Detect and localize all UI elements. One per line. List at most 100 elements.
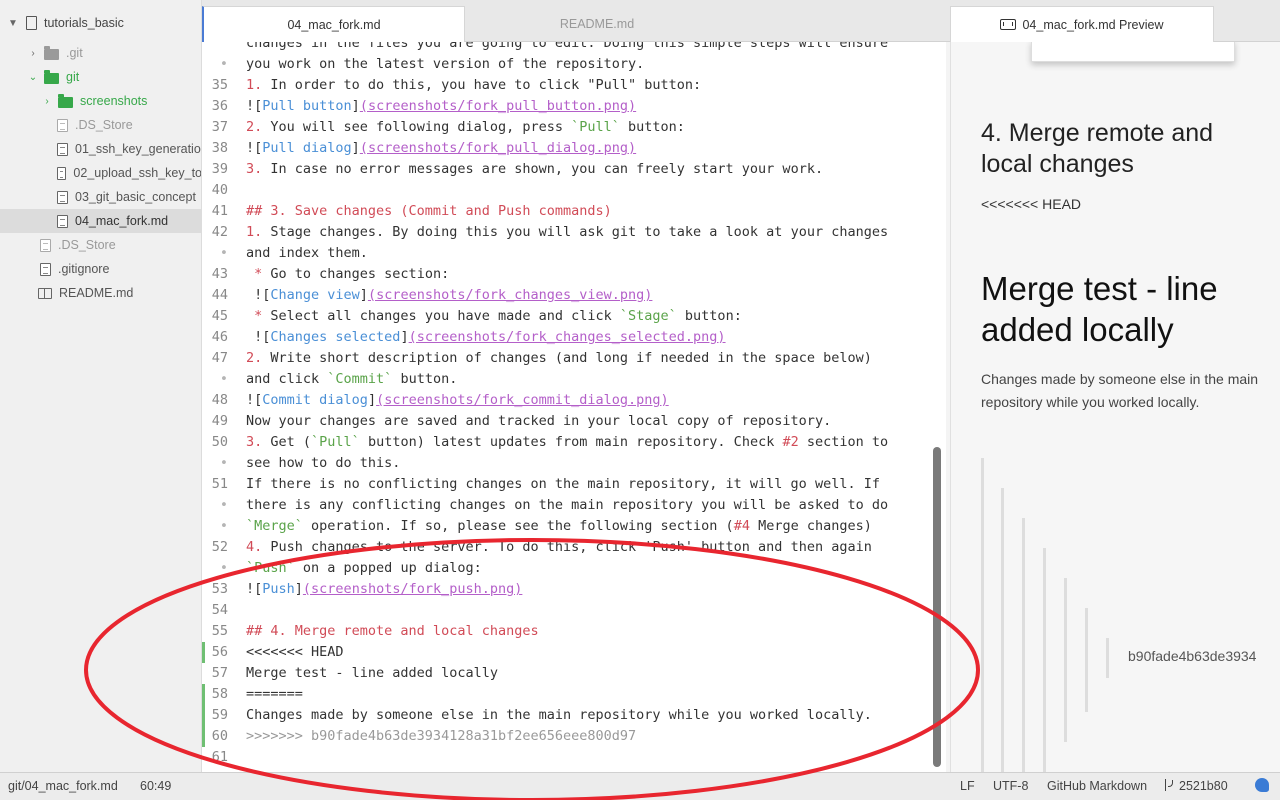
markdown-editor[interactable]: changes in the files you are going to ed… (202, 42, 946, 772)
token: Push (262, 581, 295, 597)
token: ] (294, 581, 303, 597)
line-text: Merge test - line added locally (246, 663, 498, 684)
status-line-ending[interactable]: LF (960, 779, 975, 793)
tree-root-project[interactable]: ▼ tutorials_basic (0, 11, 201, 35)
line-text: 3. In case no error messages are shown, … (246, 159, 823, 180)
line-text: ![Changes selected](screenshots/fork_cha… (246, 327, 726, 348)
code-line[interactable]: 46 ![Changes selected](screenshots/fork_… (202, 327, 946, 348)
token: (screenshots/fork_pull_dialog.png) (359, 140, 637, 156)
token: changes in the files you are going to ed… (246, 42, 889, 51)
code-line[interactable]: • you work on the latest version of the r… (202, 54, 946, 75)
tree-item-ds-store[interactable]: .DS_Store (0, 113, 201, 137)
code-line[interactable]: 41 ## 3. Save changes (Commit and Push co… (202, 201, 946, 222)
chevron-down-icon: ▼ (8, 17, 18, 29)
code-line[interactable]: 49 Now your changes are saved and tracked… (202, 411, 946, 432)
tree-item-label: 04_mac_fork.md (75, 214, 169, 228)
token: and index them. (246, 245, 368, 261)
code-line[interactable]: 56 <<<<<<< HEAD (202, 642, 946, 663)
tab-preview[interactable]: 04_mac_fork.md Preview (950, 6, 1214, 42)
token: Stage changes. By doing this you will as… (270, 224, 889, 240)
code-line[interactable]: 36 ![Pull button](screenshots/fork_pull_b… (202, 96, 946, 117)
line-text: you work on the latest version of the re… (246, 54, 644, 75)
code-line[interactable]: 44 ![Change view](screenshots/fork_chang… (202, 285, 946, 306)
tree-item-git[interactable]: ⌄ git (0, 65, 201, 89)
tree-item-file-selected[interactable]: 04_mac_fork.md (0, 209, 201, 233)
line-number: 41 (211, 203, 228, 219)
code-line[interactable]: • there is any conflicting changes on the… (202, 495, 946, 516)
code-line[interactable]: • and index them. (202, 243, 946, 264)
line-number: 51 (211, 476, 228, 492)
code-line[interactable]: 45 * Select all changes you have made an… (202, 306, 946, 327)
tree-item-screenshots[interactable]: › screenshots (0, 89, 201, 113)
code-line[interactable]: changes in the files you are going to ed… (202, 42, 946, 54)
status-file-path[interactable]: git/04_mac_fork.md (8, 779, 118, 793)
token: * (246, 308, 271, 324)
code-line[interactable]: • `Merge` operation. If so, please see th… (202, 516, 946, 537)
vertical-scrollbar[interactable] (933, 447, 941, 767)
tab-bar: 04_mac_fork.md README.md (202, 0, 946, 42)
code-line[interactable]: 57 Merge test - line added locally (202, 663, 946, 684)
markdown-preview[interactable]: 4. Merge remote and local changes <<<<<<… (950, 42, 1280, 772)
tree-item-label: .DS_Store (75, 118, 133, 132)
token: Select all changes you have made and cli… (270, 308, 620, 324)
tree-item-ds-store-root[interactable]: .DS_Store (0, 233, 201, 257)
code-line[interactable]: 50 3. Get (`Pull` button) latest updates … (202, 432, 946, 453)
code-line[interactable]: 59 Changes made by someone else in the ma… (202, 705, 946, 726)
code-line[interactable]: 51 If there is no conflicting changes on … (202, 474, 946, 495)
tree-item-gitignore[interactable]: .gitignore (0, 257, 201, 281)
line-number: • (219, 560, 228, 576)
tab-readme[interactable]: README.md (466, 6, 728, 42)
tree-item-dotgit[interactable]: › .git (0, 41, 201, 65)
file-icon (40, 262, 51, 276)
token: `Merge` (246, 518, 303, 534)
token: (screenshots/fork_changes_selected.png) (408, 329, 726, 345)
token: 3. (246, 161, 271, 177)
code-line[interactable]: 47 2. Write short description of changes … (202, 348, 946, 369)
code-line[interactable]: 39 3. In case no error messages are shown… (202, 159, 946, 180)
code-line[interactable]: 48 ![Commit dialog](screenshots/fork_comm… (202, 390, 946, 411)
code-line[interactable]: • see how to do this. (202, 453, 946, 474)
token: ## 4. Merge remote and local changes (246, 623, 539, 639)
code-line[interactable]: 38 ![Pull dialog](screenshots/fork_pull_d… (202, 138, 946, 159)
line-text: >>>>>>> b90fade4b63de3934128a31bf2ee656e… (246, 726, 636, 747)
tree-item-file[interactable]: 03_git_basic_concept (0, 185, 201, 209)
code-line[interactable]: 40 (202, 180, 946, 201)
code-line[interactable]: • `Push` on a popped up dialog: (202, 558, 946, 579)
tree-item-file[interactable]: 02_upload_ssh_key_to (0, 161, 201, 185)
line-text: changes in the files you are going to ed… (246, 42, 888, 54)
code-line[interactable]: 55 ## 4. Merge remote and local changes (202, 621, 946, 642)
blockquote-bar (1043, 548, 1046, 772)
tab-04-mac-fork[interactable]: 04_mac_fork.md (202, 6, 465, 42)
line-text: * Go to changes section: (246, 264, 449, 285)
code-line[interactable]: • and click `Commit` button. (202, 369, 946, 390)
code-line[interactable]: 42 1. Stage changes. By doing this you wi… (202, 222, 946, 243)
code-line[interactable]: 53 ![Push](screenshots/fork_push.png) (202, 579, 946, 600)
tree-item-file[interactable]: 01_ssh_key_generatio (0, 137, 201, 161)
token: ] (367, 392, 377, 408)
token: ![ (246, 329, 271, 345)
status-encoding[interactable]: UTF-8 (993, 779, 1028, 793)
token: `Push` (246, 560, 295, 576)
line-number: 46 (211, 329, 228, 345)
code-line[interactable]: 58 ======= (202, 684, 946, 705)
token: You will see following dialog, press (270, 119, 572, 135)
code-line[interactable]: 54 (202, 600, 946, 621)
github-squirrel-icon[interactable] (1255, 778, 1269, 792)
tree-item-readme[interactable]: README.md (0, 281, 201, 305)
token: Pull dialog (262, 140, 352, 156)
status-branch[interactable]: 2521b80 (1165, 779, 1228, 793)
line-number: • (219, 518, 228, 534)
status-grammar[interactable]: GitHub Markdown (1047, 779, 1147, 793)
code-line[interactable]: 60 >>>>>>> b90fade4b63de3934128a31bf2ee65… (202, 726, 946, 747)
status-cursor-position[interactable]: 60:49 (140, 779, 171, 793)
line-number: 35 (211, 77, 228, 93)
embedded-screenshot (1031, 42, 1235, 62)
code-line[interactable]: 37 2. You will see following dialog, pres… (202, 117, 946, 138)
token: there is any conflicting changes on the … (246, 497, 889, 513)
code-line[interactable]: 43 * Go to changes section: (202, 264, 946, 285)
line-text: 1. Stage changes. By doing this you will… (246, 222, 888, 243)
code-line[interactable]: 35 1. In order to do this, you have to cl… (202, 75, 946, 96)
code-line[interactable]: 52 4. Push changes to the server. To do t… (202, 537, 946, 558)
code-line[interactable]: 61 (202, 747, 946, 768)
token: `Commit` (327, 371, 393, 387)
